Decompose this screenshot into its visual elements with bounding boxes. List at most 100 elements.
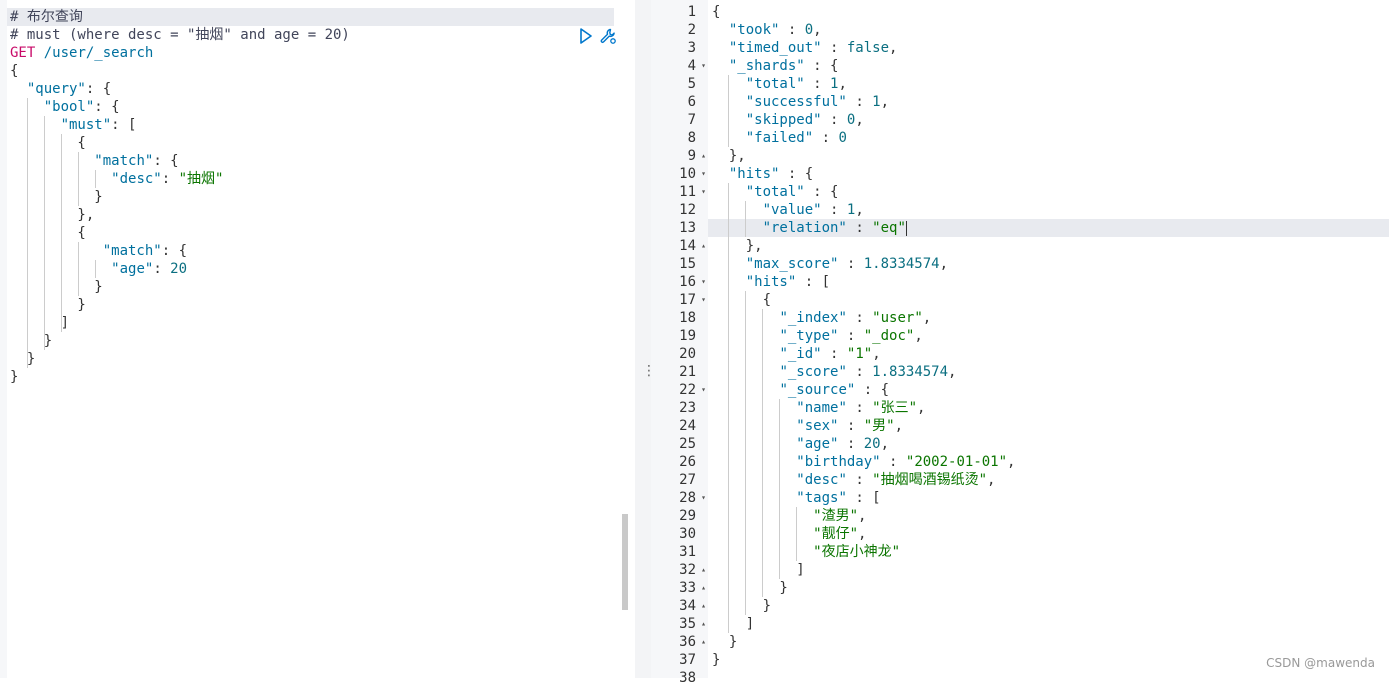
code-line: "_score" : 1.8334574, (779, 364, 957, 380)
line-number: 29 (651, 507, 708, 525)
code-line: "_index" : "user", (779, 310, 932, 326)
line-number-text: 37 (679, 652, 696, 668)
line-number: 37 (651, 651, 708, 669)
line-number-text: 32 (679, 562, 696, 578)
line-number: 36 ▴ (651, 633, 708, 651)
line-number-text: 26 (679, 454, 696, 470)
fold-arrow-icon[interactable]: ▴ (701, 615, 706, 633)
code-line: "_shards" : { (728, 58, 839, 74)
indent-guide (95, 170, 96, 188)
indent-guide (745, 291, 746, 615)
code-line: "failed" : 0 (745, 130, 847, 146)
fold-arrow-icon[interactable]: ▾ (701, 489, 706, 507)
line-number-text: 1 (687, 4, 696, 20)
code-line: "夜店小神龙" (712, 543, 1015, 561)
request-gutter (0, 0, 7, 678)
code-line: "hits" : [ (745, 274, 831, 290)
max-score-value: 1.8334574 (863, 256, 940, 272)
code-line: "_source" : { (779, 382, 890, 398)
line-number-text: 35 (679, 616, 696, 632)
code-line: GET /user/_search (10, 44, 350, 62)
line-number-text: 13 (679, 220, 696, 236)
line-number: 4 ▾ (651, 57, 708, 75)
indent-guide (27, 98, 28, 368)
send-request-button[interactable] (577, 27, 595, 45)
tag-value: "夜店小神龙" (813, 544, 901, 560)
id-value: "1" (846, 346, 873, 362)
code-line: ] (712, 616, 755, 632)
code-line: }, (712, 148, 746, 164)
fold-arrow-icon[interactable]: ▾ (701, 57, 706, 75)
line-number-text: 24 (679, 418, 696, 434)
desc-value: "抽烟" (178, 171, 224, 187)
type-value: "_doc" (863, 328, 915, 344)
fold-arrow-icon[interactable]: ▴ (701, 597, 706, 615)
code-line: } (10, 369, 19, 385)
request-settings-button[interactable] (599, 27, 617, 45)
line-number-text: 38 (679, 670, 696, 686)
line-number: 34 ▴ (651, 597, 708, 615)
line-number: 35 ▴ (651, 615, 708, 633)
indent-guide (779, 399, 780, 579)
line-number-text: 10 (679, 166, 696, 182)
code-line: "_type" : "_doc", (779, 328, 923, 344)
line-number: 1 (651, 3, 708, 21)
line-number: 11 ▾ (651, 183, 708, 201)
line-number: 20 (651, 345, 708, 363)
request-actions (577, 27, 617, 45)
code-line: # must (where desc = "抽烟" and age = 20) (10, 26, 350, 44)
line-number-text: 20 (679, 346, 696, 362)
line-number: 14 ▴ (651, 237, 708, 255)
line-number: 31 (651, 543, 708, 561)
fold-arrow-icon[interactable]: ▾ (701, 291, 706, 309)
response-code[interactable]: { "took" : 0, "timed_out" : false, "_sha… (712, 3, 1015, 669)
indent-guide (78, 152, 79, 206)
line-number: 17 ▾ (651, 291, 708, 309)
code-line: "successful" : 1, (745, 94, 890, 110)
line-number: 24 (651, 417, 708, 435)
pane-divider[interactable] (635, 0, 651, 678)
line-number-text: 30 (679, 526, 696, 542)
fold-arrow-icon[interactable]: ▴ (701, 579, 706, 597)
line-number-text: 16 (679, 274, 696, 290)
fold-arrow-icon[interactable]: ▾ (701, 273, 706, 291)
line-number: 12 (651, 201, 708, 219)
code-line: } (712, 598, 772, 614)
fold-arrow-icon[interactable]: ▴ (701, 633, 706, 651)
hits-relation-value: "eq" (872, 220, 906, 236)
code-line: "must": [ (60, 117, 137, 133)
line-number: 26 (651, 453, 708, 471)
fold-arrow-icon[interactable]: ▾ (701, 165, 706, 183)
line-number-text: 29 (679, 508, 696, 524)
code-line: "value" : 1, (762, 202, 864, 218)
fold-arrow-icon[interactable]: ▴ (701, 147, 706, 165)
code-line: { (10, 63, 19, 79)
line-number-text: 21 (679, 364, 696, 380)
line-number-text: 15 (679, 256, 696, 272)
fold-arrow-icon[interactable]: ▾ (701, 183, 706, 201)
line-number-text: 9 (687, 148, 696, 164)
request-editor[interactable]: # 布尔查询 # must (where desc = "抽烟" and age… (0, 0, 633, 678)
source-birthday-value: "2002-01-01" (905, 454, 1008, 470)
line-number: 10 ▾ (651, 165, 708, 183)
request-scrollbar[interactable] (622, 514, 628, 610)
line-number-text: 34 (679, 598, 696, 614)
score-value: 1.8334574 (872, 364, 949, 380)
code-line: "birthday" : "2002-01-01", (796, 454, 1016, 470)
code-line: "渣男", (813, 508, 867, 524)
fold-arrow-icon[interactable]: ▾ (701, 381, 706, 399)
code-line: "max_score" : 1.8334574, (745, 256, 949, 272)
indent-guide (728, 75, 729, 147)
shards-failed-value: 0 (838, 130, 847, 146)
fold-arrow-icon[interactable]: ▴ (701, 561, 706, 579)
fold-arrow-icon[interactable]: ▴ (701, 237, 706, 255)
line-number-text: 19 (679, 328, 696, 344)
comment-title: # 布尔查询 (10, 9, 83, 25)
code-line: "total" : { (745, 184, 839, 200)
line-number: 13 (651, 219, 708, 237)
response-viewer[interactable]: 1 2 3 4 ▾ 5 6 7 8 9 ▴ 10 ▾ 11 ▾ 12 13 14 ▴ 15 16 ▾ 17 ▾ 18 19 20 21… (651, 0, 1389, 686)
line-number: 2 (651, 21, 708, 39)
line-number: 33 ▴ (651, 579, 708, 597)
line-number: 27 (651, 471, 708, 489)
code-line: "skipped" : 0, (745, 112, 864, 128)
